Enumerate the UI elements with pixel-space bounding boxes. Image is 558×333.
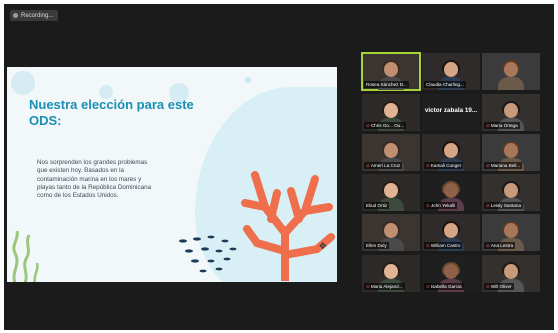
record-icon xyxy=(13,13,18,18)
participant-name: Maria Ortega xyxy=(490,123,518,128)
participant-name-label: ⊘Maria Alejand... xyxy=(364,283,405,290)
participant-name: Rosea Sánchez D... xyxy=(366,82,407,87)
participant-name: Maria Alejand... xyxy=(370,284,403,289)
participant-tile[interactable]: ⊘Chris Go... Ou... xyxy=(362,94,420,131)
participant-name-label: ⊘Will Oliver xyxy=(484,283,514,290)
muted-mic-icon: ⊘ xyxy=(486,284,490,289)
participant-display-name: victor zabala 19... xyxy=(424,107,478,114)
participant-name: Eliud Ortiz xyxy=(366,203,388,208)
participant-name: Ellen Duly xyxy=(366,243,387,248)
meeting-window: Recording... Nuestra elección para este … xyxy=(4,4,554,330)
decor-bubble xyxy=(245,77,251,83)
participant-tile[interactable]: ⊘Mariana Bell... xyxy=(482,134,540,171)
participant-name-label: ⊘Ana Lestra xyxy=(484,242,516,249)
muted-mic-icon: ⊘ xyxy=(486,123,490,128)
muted-mic-icon: ⊘ xyxy=(426,243,430,248)
participant-tile[interactable]: ⊘Maria Alejand... xyxy=(362,255,420,292)
muted-mic-icon: ⊘ xyxy=(366,163,370,168)
participant-video xyxy=(498,60,524,90)
muted-mic-icon: ⊘ xyxy=(486,163,490,168)
participant-tile[interactable]: Claudia Charling... xyxy=(422,53,480,90)
recording-label: Recording... xyxy=(21,12,54,19)
participant-name-label: ⊘Chris Go... Ou... xyxy=(364,122,407,129)
participant-tile[interactable]: ⊘Ameri La Cruz xyxy=(362,134,420,171)
participant-name-label: ⊘Isabella Garcia xyxy=(424,283,464,290)
participant-name: Leisly Santana xyxy=(490,203,521,208)
participant-name-label: ⊘Ameri La Cruz xyxy=(364,162,403,169)
participant-tile[interactable]: ⊘Isabella Garcia xyxy=(422,255,480,292)
seaweed-icon xyxy=(12,230,39,282)
participant-name: Chris Go... Ou... xyxy=(370,123,405,128)
participant-tile[interactable]: ⊘John Yekalli xyxy=(422,174,480,211)
slide-title: Nuestra elección para este ODS: xyxy=(29,97,194,128)
participant-name: John Yekalli xyxy=(430,203,456,208)
muted-mic-icon: ⊘ xyxy=(426,163,430,168)
participant-tile[interactable]: Ellen Duly xyxy=(362,214,420,251)
muted-mic-icon: ⊘ xyxy=(486,203,490,208)
decor-bubble xyxy=(11,71,35,95)
participant-name-label: ⊘John Yekalli xyxy=(424,202,458,209)
participant-name: Ameri La Cruz xyxy=(370,163,401,168)
muted-mic-icon: ⊘ xyxy=(426,203,430,208)
participant-tile[interactable]: Eliud Ortiz xyxy=(362,174,420,211)
participant-name-label: Eliud Ortiz xyxy=(364,202,390,209)
recording-indicator[interactable]: Recording... xyxy=(10,10,59,21)
participant-name: William Castro xyxy=(430,243,461,248)
participant-tile[interactable] xyxy=(482,53,540,90)
participant-name-label: Rosea Sánchez D... xyxy=(364,81,409,88)
pointer-icon: ✥ xyxy=(319,241,327,251)
muted-mic-icon: ⊘ xyxy=(486,243,490,248)
participant-name: Mariana Bell... xyxy=(490,163,521,168)
participant-name: Ana Lestra xyxy=(490,243,514,248)
shared-screen-slide: Nuestra elección para este ODS: Nos sorp… xyxy=(7,67,337,282)
participant-tile[interactable]: victor zabala 19... xyxy=(422,94,480,131)
participant-name: Will Oliver xyxy=(490,284,512,289)
muted-mic-icon: ⊘ xyxy=(366,123,370,128)
participant-name: Claudia Charling... xyxy=(426,82,464,87)
participant-tile[interactable]: ⊘Will Oliver xyxy=(482,255,540,292)
participant-tile[interactable]: ⊘Leisly Santana xyxy=(482,174,540,211)
slide-body-text: Nos sorprenden los grandes problemas que… xyxy=(37,159,152,200)
participant-tile[interactable]: Rosea Sánchez D... xyxy=(361,52,421,91)
participant-name-label: ⊘William Castro xyxy=(424,242,463,249)
participant-name: Isabella Garcia xyxy=(430,284,462,289)
participant-tile[interactable]: ⊘William Castro xyxy=(422,214,480,251)
participant-name-label: ⊘Maria Ortega xyxy=(484,122,520,129)
participant-tile[interactable]: ⊘Ana Lestra xyxy=(482,214,540,251)
muted-mic-icon: ⊘ xyxy=(426,284,430,289)
participant-name-label: ⊘Leisly Santana xyxy=(484,202,523,209)
participant-name: Kamali Cunger xyxy=(430,163,462,168)
participant-name-label: ⊘Mariana Bell... xyxy=(484,162,523,169)
coral-icon xyxy=(241,171,335,281)
participant-name-label: Claudia Charling... xyxy=(424,81,466,88)
participant-name-label: ⊘Kamali Cunger xyxy=(424,162,464,169)
participant-tile[interactable]: ⊘Kamali Cunger xyxy=(422,134,480,171)
participant-name-label: Ellen Duly xyxy=(364,242,389,249)
muted-mic-icon: ⊘ xyxy=(366,284,370,289)
fish-school-icon xyxy=(179,235,237,273)
participant-tile[interactable]: ⊘Maria Ortega xyxy=(482,94,540,131)
